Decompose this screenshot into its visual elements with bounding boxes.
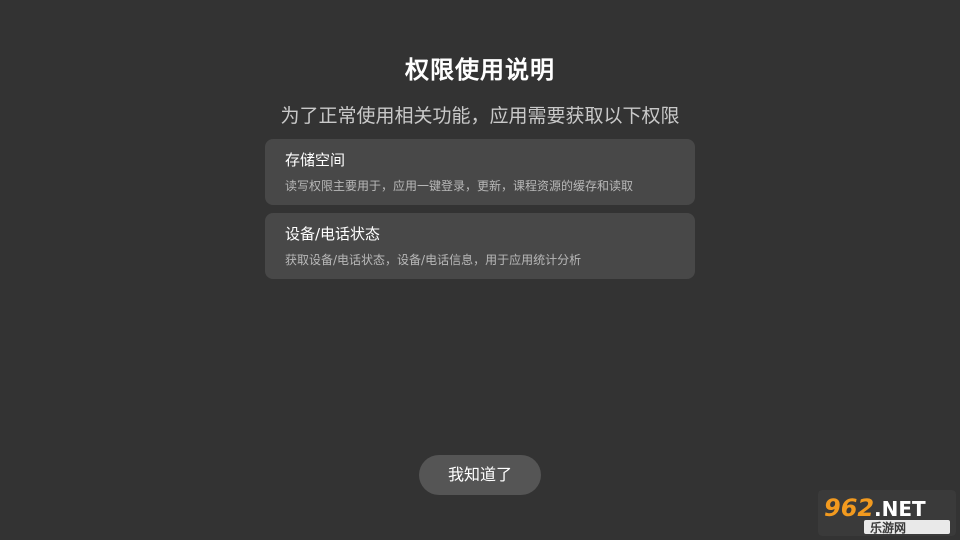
watermark-logo-icon: 962 .NET 乐游网: [818, 490, 956, 536]
permission-name: 存储空间: [285, 151, 346, 169]
permission-card-phone-state: 设备/电话状态 获取设备/电话状态，设备/电话信息，用于应用统计分析: [265, 213, 695, 279]
permission-card-storage: 存储空间 读写权限主要用于，应用一键登录，更新，课程资源的缓存和读取: [265, 139, 695, 205]
permission-name: 设备/电话状态: [285, 225, 381, 243]
dialog-title: 权限使用说明: [405, 56, 555, 84]
svg-text:962: 962: [824, 494, 874, 522]
svg-text:.NET: .NET: [874, 497, 926, 521]
watermark-logo: 962 .NET 乐游网: [818, 490, 956, 536]
svg-text:乐游网: 乐游网: [870, 520, 906, 535]
permission-description: 获取设备/电话状态，设备/电话信息，用于应用统计分析: [285, 253, 582, 267]
permission-description: 读写权限主要用于，应用一键登录，更新，课程资源的缓存和读取: [285, 179, 634, 193]
permission-dialog-screen: 权限使用说明 为了正常使用相关功能，应用需要获取以下权限 存储空间 读写权限主要…: [0, 0, 960, 540]
confirm-button[interactable]: 我知道了: [419, 455, 541, 495]
dialog-subtitle: 为了正常使用相关功能，应用需要获取以下权限: [280, 105, 680, 127]
